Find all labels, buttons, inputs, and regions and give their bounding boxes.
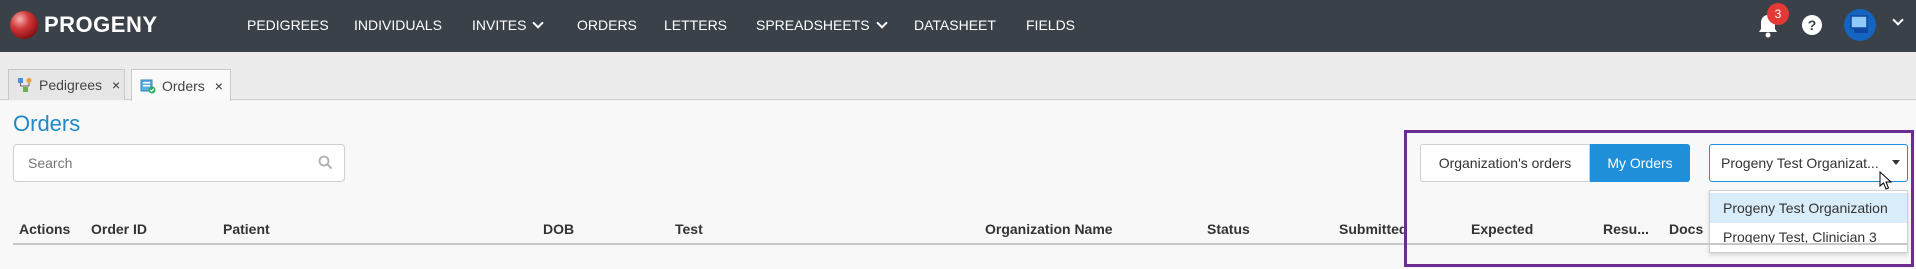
nav-datasheet[interactable]: DATASHEET [914, 17, 996, 33]
nav-datasheet-label: DATASHEET [914, 17, 996, 33]
tab-label: Orders [162, 77, 205, 94]
nav-letters-label: LETTERS [664, 17, 728, 33]
column-header-organization-name[interactable]: Organization Name [985, 221, 1113, 237]
app-logo[interactable]: PROGENY [10, 11, 158, 39]
tab-pedigrees[interactable]: Pedigrees × [8, 69, 125, 100]
nav-orders-label: ORDERS [577, 17, 637, 33]
nav-pedigrees[interactable]: PEDIGREES [247, 17, 329, 33]
chevron-down-icon [532, 16, 545, 29]
brand-name: PROGENY [44, 12, 158, 37]
nav-orders[interactable]: ORDERS [577, 17, 637, 33]
pedigree-icon [18, 78, 32, 92]
tab-orders[interactable]: Orders × [131, 69, 231, 101]
nav-invites-label: INVITES [472, 17, 527, 33]
nav-fields-label: FIELDS [1026, 17, 1076, 33]
nav-spreadsheets-label: SPREADSHEETS [756, 17, 870, 33]
column-header-order-id[interactable]: Order ID [91, 221, 147, 237]
nav-individuals[interactable]: INDIVIDUALS [354, 17, 442, 33]
notification-badge: 3 [1767, 3, 1789, 25]
nav-invites[interactable]: INVITES [472, 16, 545, 33]
annotation-highlight-box [1404, 130, 1914, 267]
close-icon[interactable]: × [112, 77, 120, 93]
page-title: Orders [13, 111, 81, 136]
tab-strip [0, 52, 1916, 100]
column-header-test[interactable]: Test [675, 221, 703, 237]
close-icon[interactable]: × [215, 78, 223, 94]
nav-letters[interactable]: LETTERS [664, 17, 727, 33]
search-input[interactable] [13, 144, 345, 182]
nav-pedigrees-label: PEDIGREES [247, 17, 329, 33]
help-icon[interactable]: ? [1802, 15, 1822, 35]
chevron-down-icon [875, 16, 888, 29]
nav-individuals-label: INDIVIDUALS [354, 17, 442, 33]
nav-spreadsheets[interactable]: SPREADSHEETS [756, 16, 888, 33]
nav-fields[interactable]: FIELDS [1026, 17, 1075, 33]
column-header-dob[interactable]: DOB [543, 221, 574, 237]
search-icon [318, 155, 333, 170]
column-header-submitted[interactable]: Submitted [1339, 221, 1407, 237]
column-header-patient[interactable]: Patient [223, 221, 270, 237]
computer-icon [1850, 15, 1868, 33]
column-header-actions[interactable]: Actions [19, 221, 70, 237]
orders-icon [140, 79, 156, 93]
tab-label: Pedigrees [39, 77, 103, 93]
progeny-logo-icon [10, 11, 38, 39]
column-header-status[interactable]: Status [1207, 221, 1250, 237]
user-avatar[interactable] [1844, 9, 1876, 41]
